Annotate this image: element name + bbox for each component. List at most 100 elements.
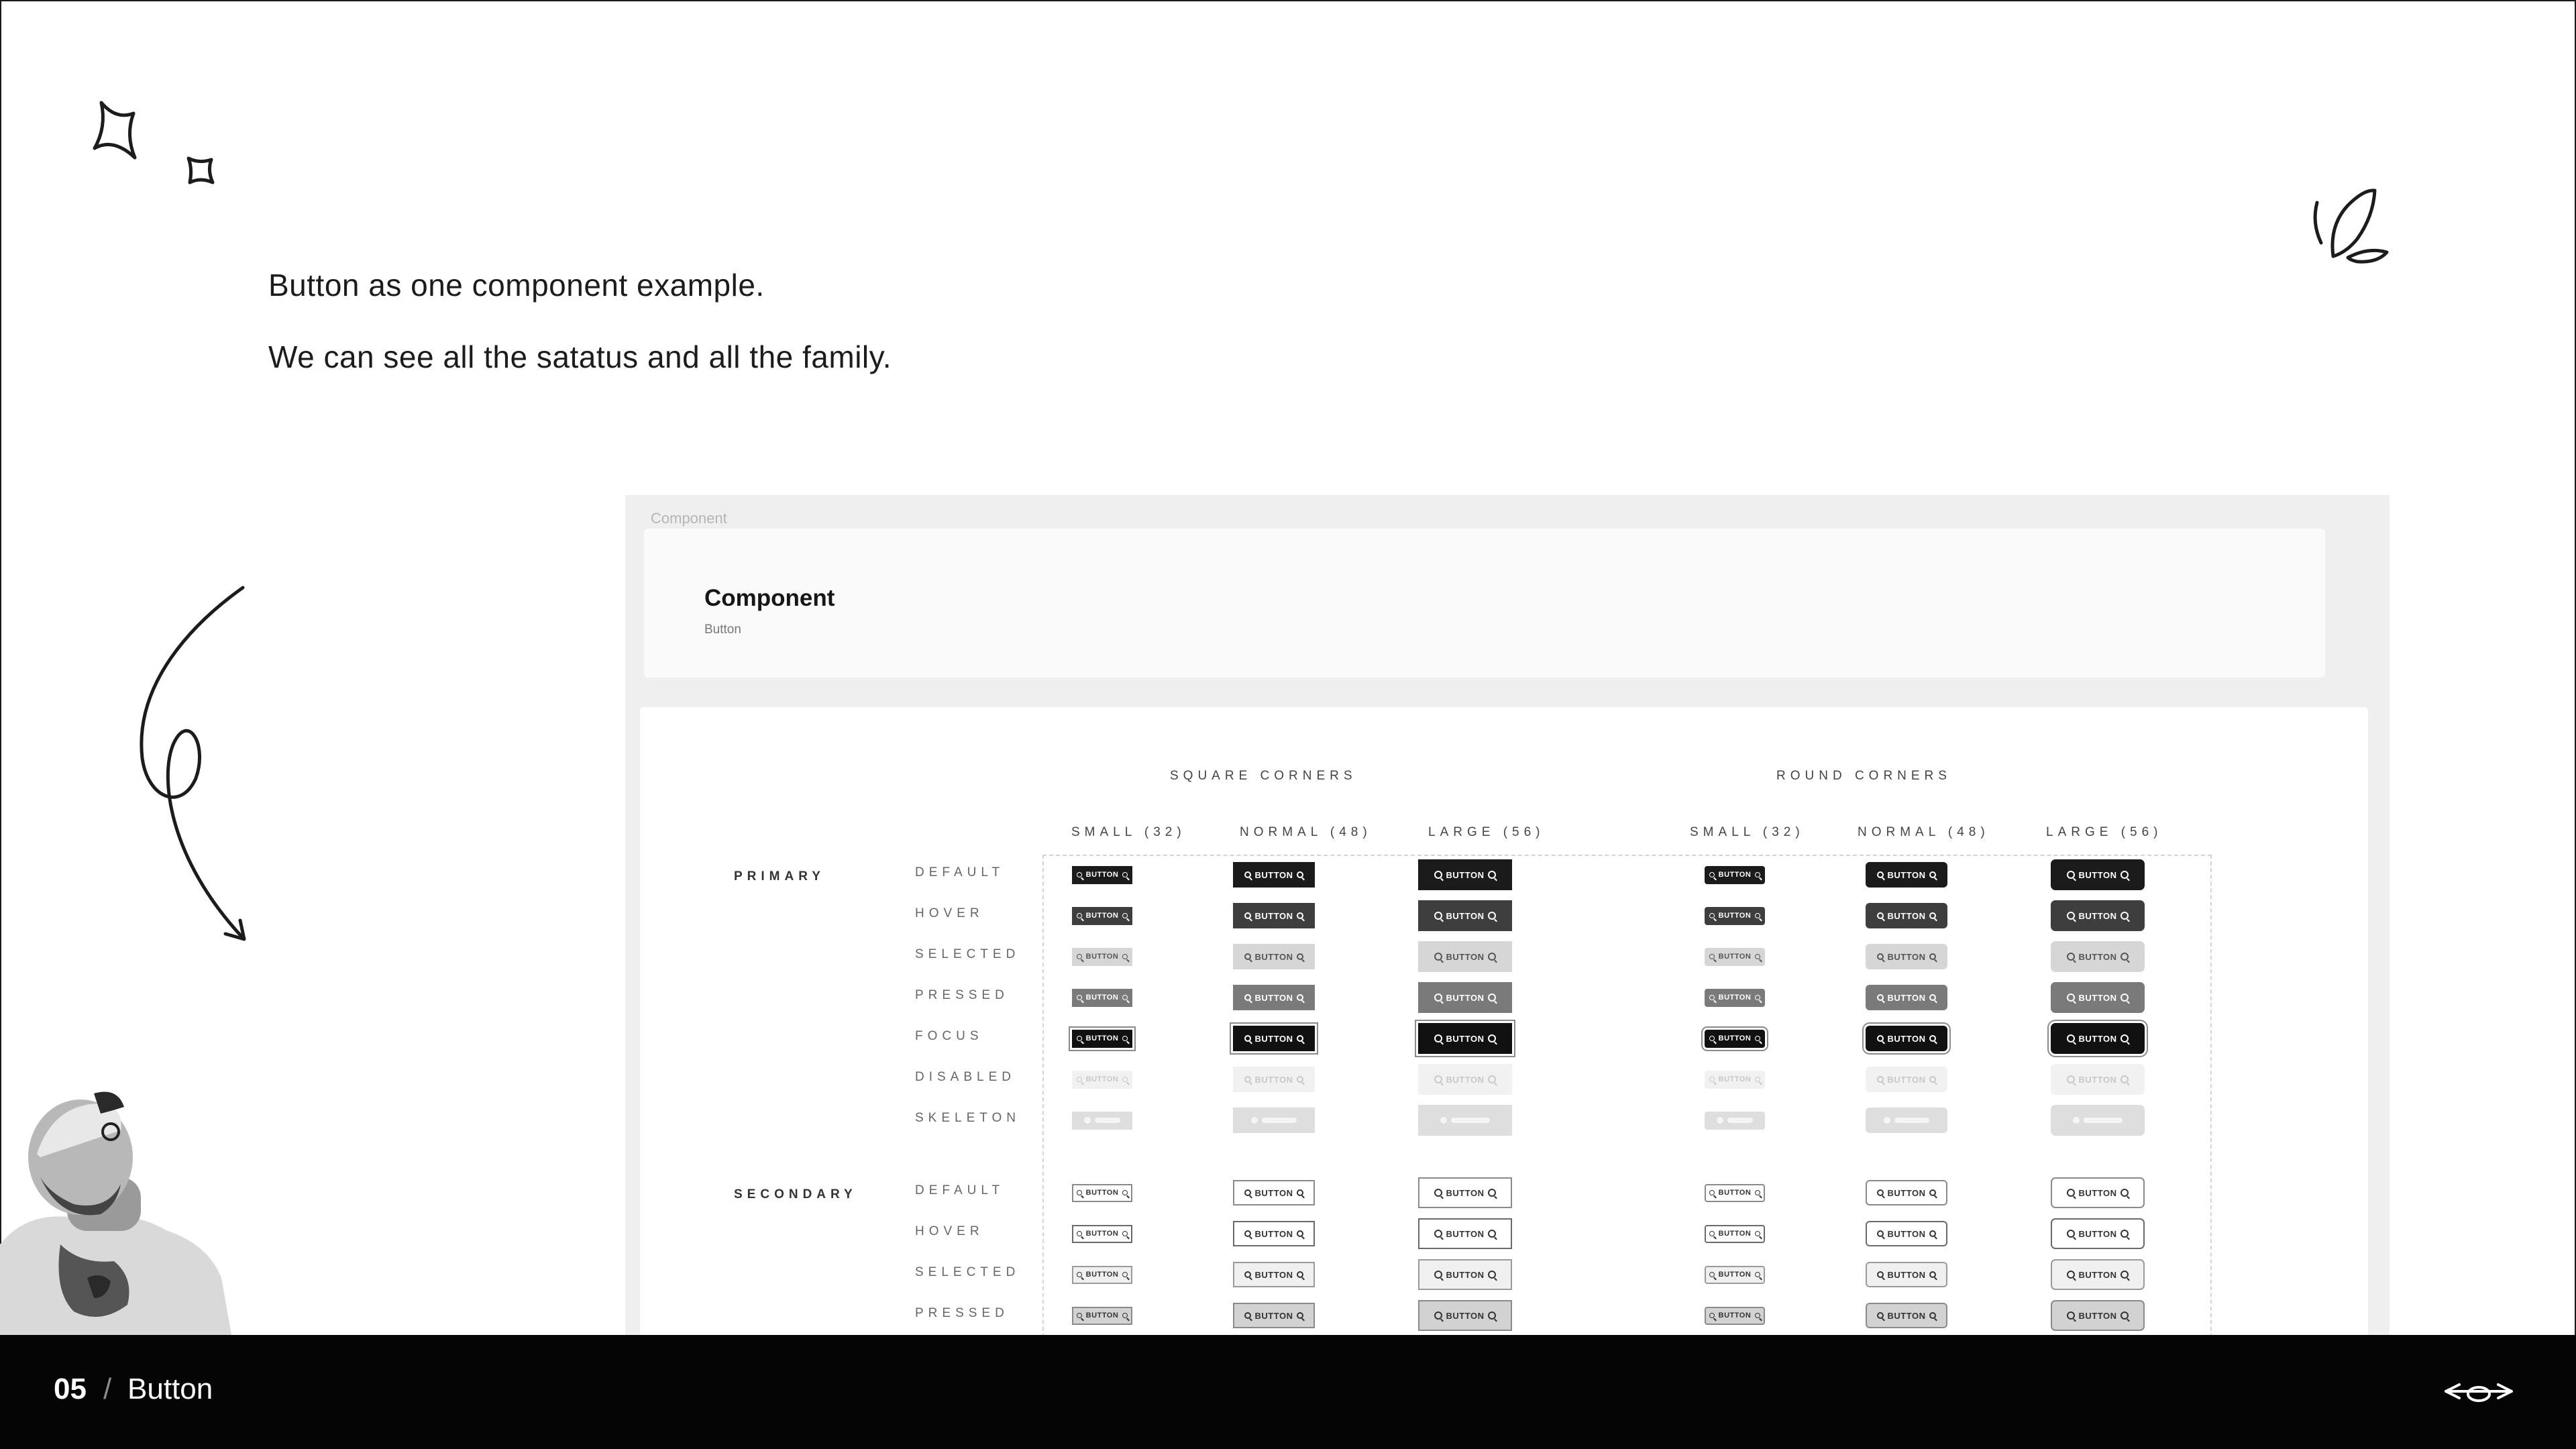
search-icon xyxy=(1488,1271,1497,1279)
secondary-default-button[interactable]: BUTTON xyxy=(1705,1183,1765,1202)
primary-focus-button[interactable]: BUTTON xyxy=(1866,1026,1947,1051)
primary-skeleton-button[interactable] xyxy=(1705,1111,1765,1130)
skeleton-bar xyxy=(1095,1118,1120,1123)
search-icon xyxy=(1297,1230,1304,1237)
primary-default-button[interactable]: BUTTON xyxy=(1705,865,1765,884)
search-icon xyxy=(1709,1190,1715,1195)
primary-pressed-button[interactable]: BUTTON xyxy=(1233,985,1315,1010)
primary-skeleton-button[interactable] xyxy=(1866,1108,1947,1133)
secondary-default-button[interactable]: BUTTON xyxy=(1418,1177,1512,1208)
primary-selected-button[interactable]: BUTTON xyxy=(1418,941,1512,972)
primary-pressed-button[interactable]: BUTTON xyxy=(1705,988,1765,1007)
group-square-corners: SQUARE CORNERS xyxy=(1170,769,1357,783)
primary-selected-button[interactable]: BUTTON xyxy=(2051,941,2145,972)
search-icon xyxy=(2066,871,2075,879)
primary-disabled-button[interactable]: BUTTON xyxy=(1072,1070,1132,1089)
button-label: BUTTON xyxy=(2078,1228,2117,1239)
search-icon xyxy=(1488,912,1497,920)
frame-label: Component xyxy=(651,510,727,527)
primary-hover-button[interactable]: BUTTON xyxy=(1866,903,1947,928)
primary-skeleton-button[interactable] xyxy=(1233,1108,1315,1133)
primary-disabled-button[interactable]: BUTTON xyxy=(1705,1070,1765,1089)
primary-pressed-button[interactable]: BUTTON xyxy=(1418,982,1512,1013)
primary-disabled-button[interactable]: BUTTON xyxy=(1233,1067,1315,1092)
primary-skeleton-button[interactable] xyxy=(2051,1105,2145,1136)
primary-default-button[interactable]: BUTTON xyxy=(1233,862,1315,888)
secondary-selected-button[interactable]: BUTTON xyxy=(1866,1262,1947,1287)
secondary-pressed-button[interactable]: BUTTON xyxy=(1866,1303,1947,1328)
search-icon xyxy=(1076,1313,1082,1318)
skeleton-dot xyxy=(1084,1117,1091,1124)
primary-pressed-button[interactable]: BUTTON xyxy=(2051,982,2145,1013)
secondary-selected-button[interactable]: BUTTON xyxy=(2051,1259,2145,1290)
primary-default-button[interactable]: BUTTON xyxy=(1866,862,1947,888)
button-label: BUTTON xyxy=(1887,992,1926,1003)
search-icon xyxy=(1709,872,1715,877)
secondary-selected-button[interactable]: BUTTON xyxy=(1072,1265,1132,1284)
secondary-pressed-button[interactable]: BUTTON xyxy=(1072,1306,1132,1325)
primary-default-button[interactable]: BUTTON xyxy=(2051,859,2145,890)
primary-selected-button[interactable]: BUTTON xyxy=(1233,944,1315,969)
button-label: BUTTON xyxy=(1718,1271,1752,1279)
search-icon xyxy=(1434,1034,1442,1042)
primary-hover-button[interactable]: BUTTON xyxy=(1233,903,1315,928)
button-label: BUTTON xyxy=(1887,1269,1926,1280)
secondary-selected-button[interactable]: BUTTON xyxy=(1705,1265,1765,1284)
primary-skeleton-button[interactable] xyxy=(1418,1105,1512,1136)
secondary-hover-button[interactable]: BUTTON xyxy=(1866,1221,1947,1246)
search-icon xyxy=(1709,1231,1715,1236)
search-icon xyxy=(1297,1189,1304,1196)
button-label: BUTTON xyxy=(1254,1228,1293,1239)
search-icon xyxy=(1876,953,1884,960)
search-icon xyxy=(1076,1231,1082,1236)
secondary-default-button[interactable]: BUTTON xyxy=(2051,1177,2145,1208)
button-label: BUTTON xyxy=(1446,992,1485,1003)
search-icon xyxy=(1434,912,1442,920)
secondary-pressed-button[interactable]: BUTTON xyxy=(1418,1300,1512,1331)
secondary-selected-button[interactable]: BUTTON xyxy=(1233,1262,1315,1287)
primary-selected-button[interactable]: BUTTON xyxy=(1072,947,1132,966)
secondary-default-button[interactable]: BUTTON xyxy=(1072,1183,1132,1202)
search-icon xyxy=(1244,994,1251,1001)
secondary-pressed-button[interactable]: BUTTON xyxy=(1705,1306,1765,1325)
primary-hover-button[interactable]: BUTTON xyxy=(1705,906,1765,925)
secondary-pressed-button[interactable]: BUTTON xyxy=(1233,1303,1315,1328)
primary-focus-button[interactable]: BUTTON xyxy=(2051,1023,2145,1054)
search-icon xyxy=(1297,871,1304,878)
primary-disabled-button[interactable]: BUTTON xyxy=(1866,1067,1947,1092)
search-icon xyxy=(1122,1036,1128,1041)
secondary-hover-button[interactable]: BUTTON xyxy=(2051,1218,2145,1249)
primary-pressed-button[interactable]: BUTTON xyxy=(1866,985,1947,1010)
search-icon xyxy=(1755,1313,1761,1318)
primary-default-button[interactable]: BUTTON xyxy=(1418,859,1512,890)
secondary-default-button[interactable]: BUTTON xyxy=(1233,1180,1315,1205)
secondary-selected-button[interactable]: BUTTON xyxy=(1418,1259,1512,1290)
secondary-hover-button[interactable]: BUTTON xyxy=(1233,1221,1315,1246)
primary-focus-button[interactable]: BUTTON xyxy=(1705,1029,1765,1048)
secondary-hover-button[interactable]: BUTTON xyxy=(1418,1218,1512,1249)
search-icon xyxy=(1929,1189,1937,1196)
primary-focus-button[interactable]: BUTTON xyxy=(1233,1026,1315,1051)
search-icon xyxy=(1488,1034,1497,1042)
primary-skeleton-button[interactable] xyxy=(1072,1111,1132,1130)
state-label-primary-skeleton: SKELETON xyxy=(915,1111,1021,1125)
secondary-default-button[interactable]: BUTTON xyxy=(1866,1180,1947,1205)
secondary-hover-button[interactable]: BUTTON xyxy=(1072,1224,1132,1243)
button-label: BUTTON xyxy=(1446,1033,1485,1044)
primary-disabled-button[interactable]: BUTTON xyxy=(2051,1064,2145,1095)
primary-hover-button[interactable]: BUTTON xyxy=(1418,900,1512,931)
secondary-hover-button[interactable]: BUTTON xyxy=(1705,1224,1765,1243)
primary-focus-button[interactable]: BUTTON xyxy=(1418,1023,1512,1054)
primary-disabled-button[interactable]: BUTTON xyxy=(1418,1064,1512,1095)
primary-selected-button[interactable]: BUTTON xyxy=(1705,947,1765,966)
primary-selected-button[interactable]: BUTTON xyxy=(1866,944,1947,969)
primary-default-button[interactable]: BUTTON xyxy=(1072,865,1132,884)
secondary-pressed-button[interactable]: BUTTON xyxy=(2051,1300,2145,1331)
primary-hover-button[interactable]: BUTTON xyxy=(2051,900,2145,931)
small-sparkle-icon xyxy=(186,156,215,184)
primary-hover-button[interactable]: BUTTON xyxy=(1072,906,1132,925)
glasses-nav-icon[interactable] xyxy=(2442,1367,2516,1414)
search-icon xyxy=(1244,953,1251,960)
primary-pressed-button[interactable]: BUTTON xyxy=(1072,988,1132,1007)
primary-focus-button[interactable]: BUTTON xyxy=(1072,1029,1132,1048)
